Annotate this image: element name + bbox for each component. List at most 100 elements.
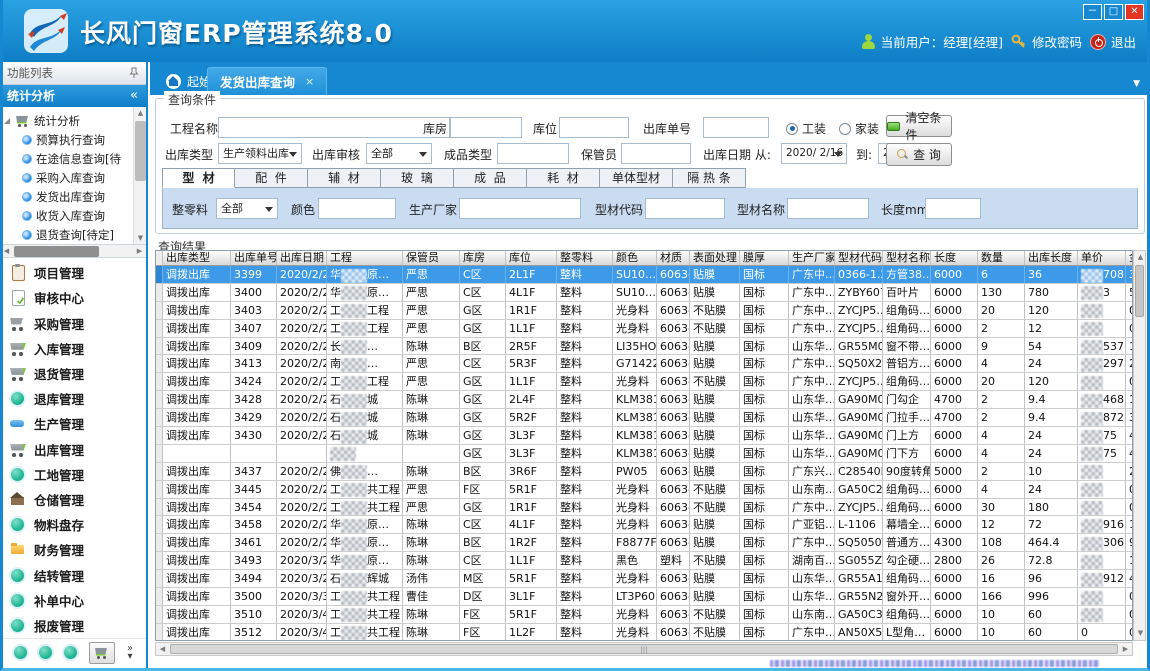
column-header-生产厂家[interactable]: 生产厂家 [789,251,835,265]
material-tab-1[interactable]: 型 材 [162,168,235,188]
scroll-right-icon[interactable]: ▶ [133,245,146,258]
sidebar-item-入库管理[interactable]: 入库管理 [0,336,146,361]
column-header-金额[interactable]: 金额 [1126,251,1133,265]
factory-input[interactable] [459,198,581,219]
sidebar-item-财务管理[interactable]: 财务管理 [0,537,146,562]
tree-item[interactable]: 收货入库查询 [4,206,132,225]
tree-vertical-scrollbar[interactable]: ▲ ▼ [133,107,146,245]
overflow-chevron-icon[interactable]: »▾ [127,645,133,661]
change-password-button[interactable]: 修改密码 [1011,32,1082,51]
table-row[interactable]: 调拨出库35102020/3/4工共工程陈琳F区5R1F整料光身料6063-T5… [156,606,1132,624]
scroll-down-icon[interactable]: ▼ [134,232,146,245]
table-row[interactable]: 调拨出库35122020/3/4工共工程陈琳F区1L2F整料光身料6063-T5… [156,624,1132,641]
column-header-表面处理[interactable]: 表面处理 [690,251,740,265]
module-dot-icon[interactable] [39,646,52,659]
column-header-数量[interactable]: 数量 [978,251,1025,265]
scroll-up-icon[interactable]: ▲ [134,107,146,120]
column-header-长度[interactable]: 长度 [931,251,978,265]
scroll-up-icon[interactable]: ▲ [1134,251,1147,264]
table-row[interactable]: 调拨出库35002020/3/3工共工程曹佳D区3L1F整料LT3P606063… [156,588,1132,606]
length-input[interactable] [925,198,981,219]
collapse-icon[interactable]: « [130,85,138,107]
table-row[interactable]: 调拨出库34132020/2/26南…严思C区5R3F整料G714226063-… [156,355,1132,373]
column-header-型材代码[interactable]: 型材代码 [835,251,883,265]
date-from-picker[interactable]: 2020/ 2/16 [781,143,847,164]
tab-overflow-icon[interactable]: ▼ [1133,79,1140,89]
column-header-工程[interactable]: 工程 [327,251,403,265]
tree-item[interactable]: 退货查询[待定] [4,225,132,244]
sidebar-item-审核中心[interactable]: 审核中心 [0,285,146,310]
column-header-整零料[interactable]: 整零料 [557,251,613,265]
sidebar-item-出库管理[interactable]: 出库管理 [0,436,146,461]
column-header-库房[interactable]: 库房 [460,251,506,265]
table-row[interactable]: 调拨出库34282020/2/26石城陈琳G区2L4F整料KLM38176063… [156,391,1132,409]
module-dot-icon[interactable] [64,646,77,659]
cart-module-button[interactable] [89,642,115,664]
product-type-input[interactable] [497,143,569,164]
tab-close-icon[interactable]: × [305,75,314,88]
scroll-down-icon[interactable]: ▼ [1134,627,1147,640]
material-tab-3[interactable]: 辅 材 [308,168,381,188]
column-header-材质[interactable]: 材质 [657,251,690,265]
minimize-button[interactable]: － [1083,4,1102,20]
scroll-left-icon[interactable]: ◀ [0,245,13,258]
column-header-保管员[interactable]: 保管员 [403,251,460,265]
order-no-input[interactable] [703,117,769,138]
tree-item[interactable]: 预算执行查询 [4,130,132,149]
scroll-right-icon[interactable]: ▶ [1119,643,1132,656]
location-input[interactable] [559,117,629,138]
sidebar-item-报废管理[interactable]: 报废管理 [0,613,146,638]
sidebar-item-采购管理[interactable]: 采购管理 [0,310,146,335]
warehouse-input[interactable] [450,117,522,138]
table-row[interactable]: 调拨出库34932020/3/2华原…陈琳C区1L1F整料黑色塑料不贴膜国标湖南… [156,552,1132,570]
keeper-input[interactable] [621,143,691,164]
tree-item[interactable]: 发货出库查询 [4,187,132,206]
table-row[interactable]: 调拨出库34072020/2/25工工程严思G区1L1F整料光身料6063-T5… [156,320,1132,338]
column-header-出库长度[interactable]: 出库长度 [1025,251,1078,265]
table-row[interactable]: 调拨出库34582020/2/28华原…陈琳C区4L1F整料光身料6063-T5… [156,516,1132,534]
table-row[interactable]: 调拨出库33992020/2/25华原…严思C区2L1F整料SU10…6063-… [156,266,1132,284]
tree-item[interactable]: 在途信息查询[待 [4,149,132,168]
tab-outbound-query[interactable]: 发货出库查询 × [207,67,327,95]
color-input[interactable] [318,198,396,219]
stats-section-header[interactable]: 统计分析 « [0,85,146,107]
table-row[interactable]: 调拨出库34302020/2/26石城陈琳G区3L3F整料KLM38176063… [156,427,1132,445]
column-header-型材名称[interactable]: 型材名称 [883,251,931,265]
sidebar-item-仓储管理[interactable]: 仓储管理 [0,487,146,512]
sidebar-item-退货管理[interactable]: 退货管理 [0,361,146,386]
column-header-膜厚[interactable]: 膜厚 [740,251,789,265]
sidebar-item-项目管理[interactable]: 项目管理 [0,260,146,285]
table-row[interactable]: 调拨出库34452020/2/27工共工程严思F区5R1F整料光身料6063-T… [156,481,1132,499]
audit-select[interactable]: 全部 [366,143,432,164]
search-button[interactable]: 查 询 [886,143,952,166]
material-tab-8[interactable]: 隔 热 条 [673,168,746,188]
profile-name-input[interactable] [787,198,869,219]
table-row[interactable]: 调拨出库34002020/2/25华原…严思C区4L1F整料SU10…6063-… [156,284,1132,302]
sidebar-item-工地管理[interactable]: 工地管理 [0,462,146,487]
clear-conditions-button[interactable]: 清空条件 [886,115,952,137]
table-row[interactable]: 调拨出库34032020/2/25工工程严思G区1R1F整料光身料6063-T5… [156,302,1132,320]
material-tab-6[interactable]: 耗 材 [527,168,600,188]
column-header-库位[interactable]: 库位 [506,251,557,265]
grid-horizontal-scrollbar[interactable]: ◀ ||| ▶ [155,642,1133,656]
sidebar-item-物料盘存[interactable]: 物料盘存 [0,512,146,537]
radio-gongzhuang[interactable]: 工装 [786,120,826,137]
sidebar-item-结转管理[interactable]: 结转管理 [0,562,146,587]
pin-icon[interactable] [129,67,139,79]
material-tab-5[interactable]: 成 品 [454,168,527,188]
table-row[interactable]: 调拨出库34612020/2/28华原…陈琳B区1R2F整料F8877FT606… [156,534,1132,552]
project-name-input[interactable] [218,117,450,138]
sidebar-item-退库管理[interactable]: 退库管理 [0,386,146,411]
column-header-出库日期[interactable]: 出库日期 [277,251,327,265]
whole-piece-select[interactable]: 全部 [216,198,278,219]
maximize-button[interactable]: □ [1104,4,1123,20]
close-button[interactable]: ✕ [1125,4,1144,20]
out-type-select[interactable]: 生产领料出库 [218,143,302,164]
grid-vertical-scrollbar[interactable]: ▲ ▼ [1133,250,1146,641]
table-row[interactable]: 调拨出库34942020/3/2石辉城汤伟M区5R1F整料光身料6063-T5贴… [156,570,1132,588]
table-row[interactable]: 调拨出库34292020/2/26石城陈琳G区5R2F整料KLM38176063… [156,409,1132,427]
table-row[interactable]: 调拨出库34092020/2/25长…陈琳B区2R5F整料LI35HO6063-… [156,338,1132,356]
column-header-颜色[interactable]: 颜色 [613,251,657,265]
tree-root[interactable]: ◢ 统计分析 [4,111,132,130]
profile-code-input[interactable] [645,198,725,219]
